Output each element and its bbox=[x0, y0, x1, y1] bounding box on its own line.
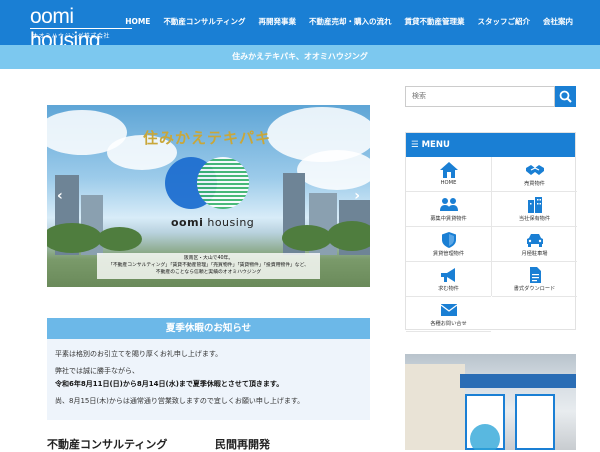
menu-item-parking[interactable]: 月極駐車場 bbox=[492, 227, 577, 262]
notice-line: 尚、8月15日(木)からは通常通り営業致しますので宜しくお願い申し上げます。 bbox=[55, 397, 305, 405]
search-input[interactable] bbox=[405, 86, 555, 107]
menu-label: 書式ダウンロード bbox=[513, 286, 556, 292]
office-photo bbox=[405, 354, 576, 450]
menu-item-contact[interactable]: 各種お問い合せ bbox=[406, 297, 491, 332]
menu-divider bbox=[491, 157, 492, 296]
search-button[interactable] bbox=[555, 86, 576, 107]
handshake-icon bbox=[526, 165, 544, 175]
site-logo[interactable]: oomi housing オオミハウジング株式会社 bbox=[30, 5, 140, 52]
menu-label: 各種お問い合せ bbox=[430, 321, 467, 327]
awning bbox=[460, 374, 576, 388]
menu-header: ☰ MENU bbox=[406, 133, 575, 157]
caption-line: 阪南区・大山で40年。 bbox=[183, 256, 234, 261]
notice-line: 弊社では誠に勝手ながら、 bbox=[55, 367, 139, 375]
car-icon bbox=[527, 234, 543, 247]
nav-company[interactable]: 会社案内 bbox=[543, 16, 573, 28]
nav-redevelopment[interactable]: 再開発事業 bbox=[259, 16, 297, 28]
slider-next-arrow-icon[interactable]: › bbox=[354, 189, 360, 203]
menu-label: 売買物件 bbox=[524, 181, 545, 187]
main-nav: HOME 不動産コンサルティング 再開発事業 不動産売却・購入の流れ 賃貸不動産… bbox=[125, 16, 573, 28]
nav-staff[interactable]: スタッフご紹介 bbox=[478, 16, 531, 28]
menu-title: MENU bbox=[421, 140, 450, 150]
logo-circle-green bbox=[197, 157, 249, 209]
menu-item-home[interactable]: HOME bbox=[406, 157, 491, 192]
nav-home[interactable]: HOME bbox=[125, 16, 150, 28]
caption-line: 不動産のことなら信頼と実績のオオミハウジング bbox=[155, 270, 262, 276]
menu-label: 求む物件 bbox=[438, 286, 459, 292]
caption-line: 「不動産コンサルティング」「賃貸不動産管理」「売買物件」「賃貸物件」「投資用物件… bbox=[108, 263, 309, 269]
tagline-band: 住みかえテキパキ、オオミハウジング bbox=[0, 45, 600, 69]
menu-label: 当社保有物件 bbox=[518, 216, 551, 222]
list-icon: ☰ bbox=[411, 140, 422, 150]
home-icon bbox=[440, 162, 458, 178]
menu-item-sales[interactable]: 売買物件 bbox=[492, 157, 577, 192]
envelope-icon bbox=[440, 304, 458, 316]
logo-subtitle: オオミハウジング株式会社 bbox=[32, 33, 111, 40]
tree bbox=[327, 221, 370, 251]
slider-caption: 阪南区・大山で40年。 「不動産コンサルティング」「賃貸不動産管理」「売買物件」… bbox=[97, 253, 320, 279]
building-icon bbox=[528, 197, 542, 213]
nav-rental-management[interactable]: 賃貸不動産管理業 bbox=[405, 16, 465, 28]
sidebar-menu: ☰ MENU HOME 売買物件 募集中賃貸物件 当社保有物件 賃貸管理物件 月… bbox=[405, 132, 577, 332]
notice-title: 夏季休暇のお知らせ bbox=[47, 318, 370, 339]
nav-consulting[interactable]: 不動産コンサルティング bbox=[163, 16, 245, 28]
nav-buy-sell-flow[interactable]: 不動産売却・購入の流れ bbox=[309, 16, 392, 28]
slider-prev-arrow-icon[interactable]: ‹ bbox=[57, 189, 63, 203]
window-display bbox=[515, 394, 555, 450]
cloud bbox=[297, 150, 370, 190]
holiday-notice: 夏季休暇のお知らせ 平素は格別のお引立てを賜り厚くお礼申し上げます。 弊社では誠… bbox=[47, 318, 370, 420]
building-shape bbox=[405, 364, 465, 450]
menu-item-owned-properties[interactable]: 当社保有物件 bbox=[492, 192, 577, 227]
shield-icon bbox=[442, 232, 456, 248]
notice-line: 平素は格別のお引立てを賜り厚くお礼申し上げます。 bbox=[55, 350, 223, 358]
menu-label: 賃貸管理物件 bbox=[432, 251, 465, 257]
tree bbox=[97, 227, 142, 251]
slider-brand: oomi housing bbox=[171, 216, 254, 229]
users-icon bbox=[440, 198, 458, 211]
hero-slider[interactable]: 住みかえテキパキ oomi housing 阪南区・大山で40年。 「不動産コン… bbox=[47, 105, 370, 287]
tagline: 住みかえテキパキ、オオミハウジング bbox=[232, 52, 368, 61]
tree bbox=[282, 225, 332, 251]
logo-underline bbox=[30, 28, 132, 29]
menu-item-wanted[interactable]: 求む物件 bbox=[406, 262, 491, 297]
menu-item-rental-listings[interactable]: 募集中賃貸物件 bbox=[406, 192, 491, 227]
menu-label: 月極駐車場 bbox=[521, 251, 548, 257]
menu-item-downloads[interactable]: 書式ダウンロード bbox=[492, 262, 577, 297]
menu-item-managed-properties[interactable]: 賃貸管理物件 bbox=[406, 227, 491, 262]
notice-line: 令和6年8月11日(日)から8月14日(水)まで夏季休暇とさせて頂きます。 bbox=[55, 380, 284, 388]
megaphone-icon bbox=[441, 268, 455, 282]
menu-label: HOME bbox=[440, 180, 457, 186]
slider-catchphrase: 住みかえテキパキ bbox=[142, 129, 271, 147]
brand-word-oomi: oomi bbox=[171, 216, 204, 229]
logo-circle-photo bbox=[470, 424, 500, 450]
search-icon bbox=[559, 90, 572, 103]
document-icon bbox=[530, 267, 541, 283]
site-header: oomi housing オオミハウジング株式会社 HOME 不動産コンサルティ… bbox=[0, 0, 600, 52]
brand-word-housing: housing bbox=[207, 216, 255, 229]
menu-label: 募集中賃貸物件 bbox=[430, 216, 467, 222]
